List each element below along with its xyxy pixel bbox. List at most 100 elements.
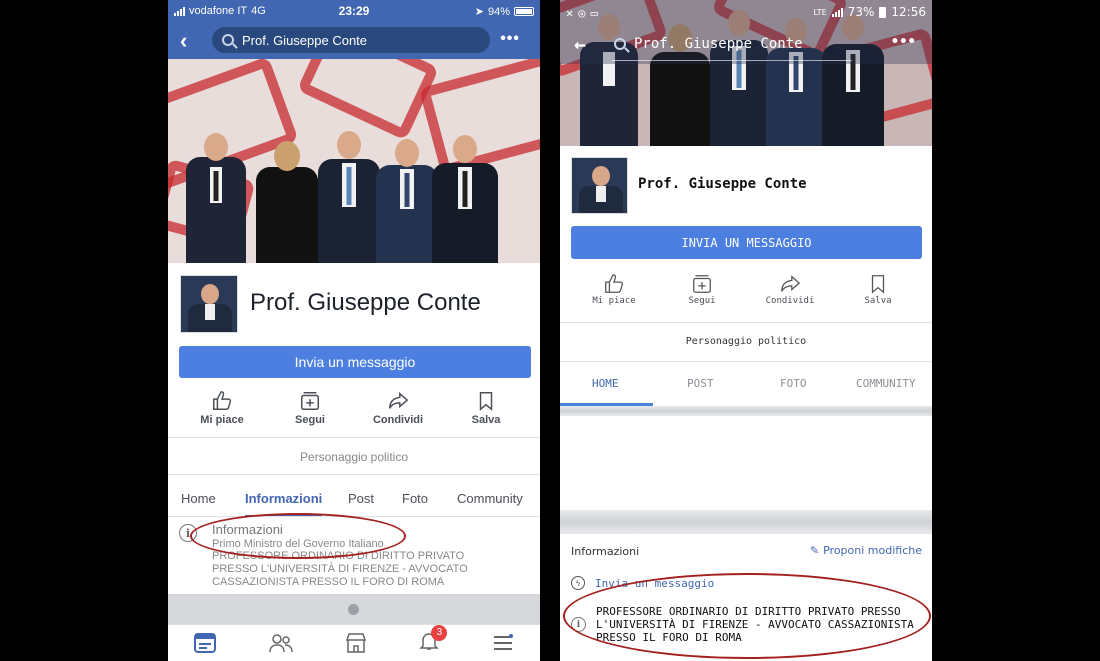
battery-icon <box>514 7 534 16</box>
page-tabs: Home Informazioni Post Foto Community <box>168 480 540 517</box>
network-label: LTE <box>813 7 827 17</box>
tab-posts[interactable]: POST <box>687 377 714 390</box>
follow-icon <box>301 392 319 410</box>
follow-label: Segui <box>688 296 716 306</box>
battery-percent: 73% <box>847 5 875 19</box>
marketplace-icon[interactable] <box>345 633 367 653</box>
save-label: Salva <box>471 414 501 426</box>
search-icon <box>614 38 626 50</box>
thumbs-up-icon <box>213 391 232 410</box>
person-figure <box>186 133 246 263</box>
thumbs-up-icon <box>605 274 624 293</box>
page-tabs: HOME POST FOTO COMMUNITY <box>560 362 932 406</box>
instagram-icon: ◎ <box>578 6 586 20</box>
cover-photo[interactable] <box>168 59 540 263</box>
action-bar: Mi piace Segui Condividi Salva <box>570 272 922 306</box>
action-bar: Mi piace Segui Condividi Salva <box>178 388 530 426</box>
background-pattern <box>296 59 440 141</box>
bookmark-icon <box>479 392 493 411</box>
search-input[interactable]: Prof. Giuseppe Conte <box>212 27 490 53</box>
profile-picture-shirt <box>596 186 606 202</box>
tab-photos[interactable]: FOTO <box>780 377 807 390</box>
share-icon <box>781 275 801 292</box>
tab-community[interactable]: Community <box>457 483 523 514</box>
back-icon[interactable]: ‹ <box>180 28 187 54</box>
menu-icon[interactable] <box>492 634 514 652</box>
search-query: Prof. Giuseppe Conte <box>634 36 803 52</box>
bookmark-icon <box>871 275 885 294</box>
pencil-icon: ✎ <box>809 544 820 557</box>
tab-community[interactable]: COMMUNITY <box>856 377 916 390</box>
like-label: Mi piace <box>200 414 244 426</box>
back-arrow-icon[interactable]: ← <box>574 32 586 56</box>
save-button[interactable]: Salva <box>446 388 526 426</box>
loading-indicator <box>348 604 359 615</box>
person-figure <box>318 131 380 263</box>
share-icon <box>389 392 409 409</box>
annotation-ellipse <box>190 513 406 559</box>
comparison-stage: vodafone IT 4G 23:29 ➤ 94% ‹ Prof. Giuse… <box>0 0 1100 661</box>
tab-photos[interactable]: Foto <box>402 483 428 514</box>
status-bar: ✕ ◎ ▭ LTE 73% 12:56 <box>560 0 932 26</box>
page-title: Prof. Giuseppe Conte <box>638 176 807 192</box>
screen-icon: ▭ <box>590 6 598 20</box>
search-icon <box>222 34 234 46</box>
nav-bar: ‹ Prof. Giuseppe Conte ••• <box>168 24 540 59</box>
loading-placeholder <box>560 406 932 416</box>
follow-button[interactable]: Segui <box>270 388 350 426</box>
search-bar: ← Prof. Giuseppe Conte ••• <box>560 26 932 64</box>
more-options-icon[interactable]: ••• <box>500 30 520 48</box>
missed-call-icon: ✕ <box>566 6 574 20</box>
divider <box>560 322 932 323</box>
notifications-tab[interactable]: 3 <box>419 624 448 656</box>
profile-picture-shirt <box>205 304 215 320</box>
follow-button[interactable]: Segui <box>662 272 742 306</box>
news-feed-icon[interactable] <box>194 633 217 653</box>
battery-percent: 94% <box>487 5 510 18</box>
person-figure <box>376 139 438 263</box>
person-figure <box>432 135 498 263</box>
page-title: Prof. Giuseppe Conte <box>250 289 481 316</box>
save-button[interactable]: Salva <box>838 272 918 306</box>
save-label: Salva <box>864 296 892 306</box>
divider <box>168 437 540 438</box>
follow-icon <box>693 275 711 293</box>
ios-phone-screenshot: vodafone IT 4G 23:29 ➤ 94% ‹ Prof. Giuse… <box>168 0 540 661</box>
page-category: Personaggio politico <box>299 450 409 464</box>
messenger-icon: ϟ <box>571 576 585 590</box>
search-underline <box>612 60 852 61</box>
friends-icon[interactable] <box>268 633 293 653</box>
share-label: Condividi <box>765 296 815 306</box>
search-input[interactable]: Prof. Giuseppe Conte <box>614 36 803 52</box>
person-figure <box>256 141 318 263</box>
clock: 12:56 <box>891 5 926 19</box>
like-label: Mi piace <box>592 296 636 306</box>
battery-icon <box>879 6 887 18</box>
profile-picture[interactable] <box>180 275 238 333</box>
propose-edit-link[interactable]: ✎ Proponi modifiche <box>810 544 922 557</box>
follow-label: Segui <box>295 414 325 426</box>
loading-placeholder <box>560 510 932 534</box>
more-options-icon[interactable]: ••• <box>891 34 916 50</box>
search-query: Prof. Giuseppe Conte <box>242 32 368 48</box>
send-message-button[interactable]: Invia un messaggio <box>179 346 531 378</box>
annotation-ellipse <box>563 573 931 659</box>
notification-badge: 3 <box>431 624 448 641</box>
propose-edit-label: Proponi modifiche <box>823 544 922 557</box>
android-phone-screenshot: ✕ ◎ ▭ LTE 73% 12:56 ← Prof. Giuseppe Con… <box>560 0 932 661</box>
profile-picture-face <box>201 284 219 304</box>
page-category: Personaggio politico <box>685 336 807 347</box>
tab-home[interactable]: Home <box>181 483 216 514</box>
share-button[interactable]: Condividi <box>750 272 830 306</box>
divider <box>168 474 540 475</box>
share-button[interactable]: Condividi <box>358 388 438 426</box>
profile-picture[interactable] <box>571 157 628 214</box>
tab-info[interactable]: Informazioni <box>245 483 323 517</box>
tab-posts[interactable]: Post <box>348 483 374 514</box>
share-label: Condividi <box>372 414 424 426</box>
send-message-button[interactable]: INVIA UN MESSAGGIO <box>571 226 922 259</box>
tab-home[interactable]: HOME <box>592 377 619 390</box>
bottom-tab-bar: 3 <box>168 624 540 661</box>
like-button[interactable]: Mi piace <box>182 388 262 426</box>
like-button[interactable]: Mi piace <box>574 272 654 306</box>
